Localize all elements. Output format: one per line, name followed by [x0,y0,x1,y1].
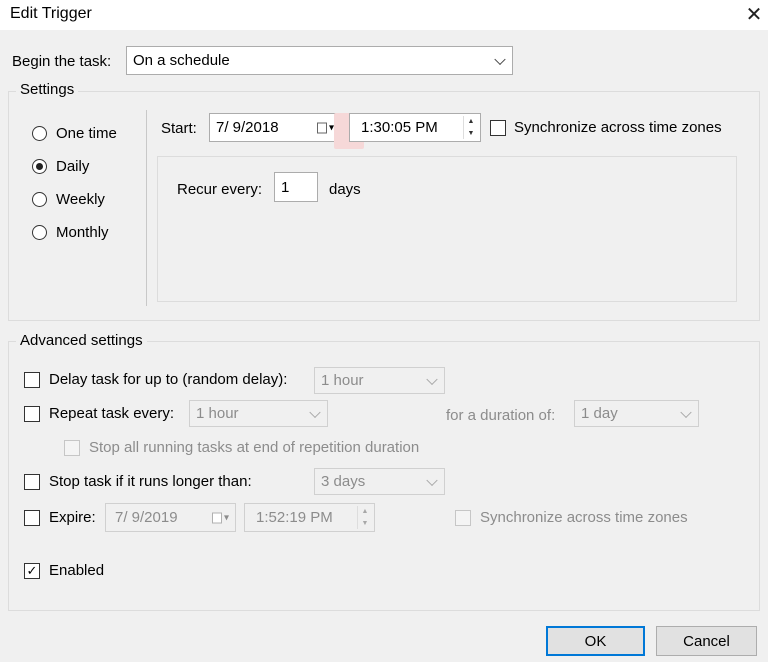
delay-checkbox[interactable] [24,371,40,388]
stop-all-option[interactable]: Stop all running tasks at end of repetit… [64,439,419,456]
title-bar [0,0,768,30]
delay-value: 1 hour [321,372,364,389]
duration-dropdown[interactable]: 1 day [574,400,699,427]
expire-date-value: 7/ 9/2019 [115,509,178,526]
recur-label: Recur every: [177,181,263,198]
window-title: Edit Trigger [10,5,92,22]
checkmark-icon: ✓ [26,563,38,578]
radio-one-time[interactable]: One time [32,125,117,142]
stop-all-checkbox[interactable] [64,439,80,456]
calendar-icon[interactable]: ▾ [316,122,334,133]
chevron-down-icon [494,53,506,65]
recur-every-input[interactable]: 1 [274,172,318,202]
stop-all-label: Stop all running tasks at end of repetit… [89,439,420,456]
radio-weekly[interactable]: Weekly [32,191,105,208]
expire-option[interactable]: Expire: [24,509,96,526]
begin-task-dropdown[interactable]: On a schedule [126,46,513,75]
radio-one-time-label: One time [56,125,117,142]
settings-divider [146,110,147,306]
enabled-option[interactable]: ✓ Enabled [24,562,104,579]
enabled-checkbox[interactable]: ✓ [24,562,40,579]
close-icon: ✕ [745,3,763,26]
recurrence-panel [157,156,737,302]
start-date-value: 7/ 9/2018 [216,119,279,136]
radio-button[interactable] [32,192,47,207]
radio-monthly-label: Monthly [56,224,109,241]
chevron-down-icon [680,406,692,418]
expire-sync-option[interactable]: Synchronize across time zones [455,509,688,526]
repeat-value: 1 hour [196,405,239,422]
radio-daily-label: Daily [56,158,90,175]
time-spinner-icon[interactable]: ▲ ▼ [463,116,478,139]
begin-task-value: On a schedule [133,52,230,69]
delay-label: Delay task for up to (random delay): [49,371,288,388]
begin-task-label: Begin the task: [12,53,112,70]
start-date-picker[interactable]: 7/ 9/2018 ▾ [209,113,341,142]
repeat-option[interactable]: Repeat task every: [24,405,174,422]
expire-sync-label: Synchronize across time zones [480,509,688,526]
close-button[interactable]: ✕ [740,0,768,28]
stop-longer-label: Stop task if it runs longer than: [49,473,252,490]
time-spinner-icon[interactable]: ▲ ▼ [357,506,372,529]
stop-longer-dropdown[interactable]: 3 days [314,468,445,495]
radio-weekly-label: Weekly [56,191,105,208]
expire-sync-checkbox[interactable] [455,509,471,526]
calendar-icon[interactable]: ▾ [211,512,229,523]
radio-daily[interactable]: Daily [32,158,89,175]
advanced-settings-label: Advanced settings [16,332,147,349]
radio-monthly[interactable]: Monthly [32,224,109,241]
radio-button-selected[interactable] [32,159,47,174]
recur-unit-label: days [329,181,361,198]
sync-timezones-checkbox[interactable] [490,119,506,136]
stop-longer-option[interactable]: Stop task if it runs longer than: [24,473,252,490]
start-time-value: 1:30:05 PM [361,119,438,136]
enabled-label: Enabled [49,562,105,579]
radio-dot-icon [36,163,43,170]
delay-dropdown[interactable]: 1 hour [314,367,445,394]
repeat-label: Repeat task every: [49,405,175,422]
start-time-input[interactable]: 1:30:05 PM ▲ ▼ [349,113,481,142]
duration-value: 1 day [581,405,618,422]
ok-button[interactable]: OK [546,626,645,656]
chevron-down-icon [309,406,321,418]
ok-button-label: OK [584,632,607,650]
expire-label: Expire: [49,509,96,526]
chevron-down-icon [426,474,438,486]
radio-button[interactable] [32,126,47,141]
expire-time-value: 1:52:19 PM [256,509,333,526]
expire-date-picker[interactable]: 7/ 9/2019 ▾ [105,503,236,532]
chevron-down-icon [426,373,438,385]
repeat-checkbox[interactable] [24,405,40,422]
stop-longer-checkbox[interactable] [24,473,40,490]
cancel-button-label: Cancel [683,632,730,650]
repeat-dropdown[interactable]: 1 hour [189,400,328,427]
cancel-button[interactable]: Cancel [656,626,757,656]
recur-every-value: 1 [281,178,290,196]
start-label: Start: [161,120,197,137]
expire-checkbox[interactable] [24,509,40,526]
sync-timezones-label: Synchronize across time zones [514,119,722,136]
settings-group-label: Settings [16,81,79,98]
radio-button[interactable] [32,225,47,240]
stop-longer-value: 3 days [321,473,366,490]
duration-label: for a duration of: [446,407,556,424]
expire-time-input[interactable]: 1:52:19 PM ▲ ▼ [244,503,375,532]
delay-option[interactable]: Delay task for up to (random delay): [24,371,287,388]
sync-timezones-option[interactable]: Synchronize across time zones [490,119,722,136]
